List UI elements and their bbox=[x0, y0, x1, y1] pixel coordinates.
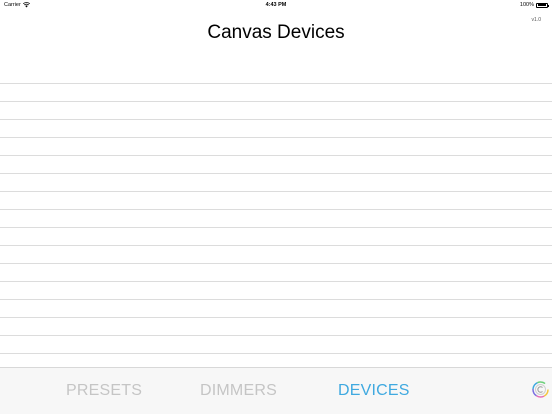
device-row[interactable] bbox=[0, 282, 552, 300]
device-row[interactable] bbox=[0, 174, 552, 192]
status-right: 100% bbox=[519, 0, 549, 10]
tab-presets[interactable]: PRESETS bbox=[66, 382, 142, 400]
tab-dimmers[interactable]: DIMMERS bbox=[200, 382, 277, 400]
tab-devices[interactable]: DEVICES bbox=[338, 382, 410, 400]
device-row[interactable] bbox=[0, 102, 552, 120]
device-row[interactable] bbox=[0, 210, 552, 228]
device-row[interactable] bbox=[0, 66, 552, 84]
device-row[interactable] bbox=[0, 336, 552, 354]
device-row[interactable] bbox=[0, 156, 552, 174]
battery-full-icon bbox=[536, 2, 549, 8]
tab-bar: PRESETS DIMMERS DEVICES bbox=[0, 367, 552, 414]
battery-percent: 100% bbox=[519, 2, 534, 8]
device-list[interactable] bbox=[0, 66, 552, 354]
device-row[interactable] bbox=[0, 84, 552, 102]
canvas-logo-icon[interactable] bbox=[532, 381, 549, 398]
device-row[interactable] bbox=[0, 246, 552, 264]
device-row[interactable] bbox=[0, 264, 552, 282]
device-row[interactable] bbox=[0, 318, 552, 336]
page-title: Canvas Devices bbox=[207, 22, 345, 43]
device-row[interactable] bbox=[0, 120, 552, 138]
device-row[interactable] bbox=[0, 138, 552, 156]
device-row[interactable] bbox=[0, 192, 552, 210]
device-row[interactable] bbox=[0, 300, 552, 318]
status-bar: Carrier 4:43 PM 100% bbox=[0, 0, 552, 10]
device-row[interactable] bbox=[0, 228, 552, 246]
status-time: 4:43 PM bbox=[265, 2, 287, 8]
